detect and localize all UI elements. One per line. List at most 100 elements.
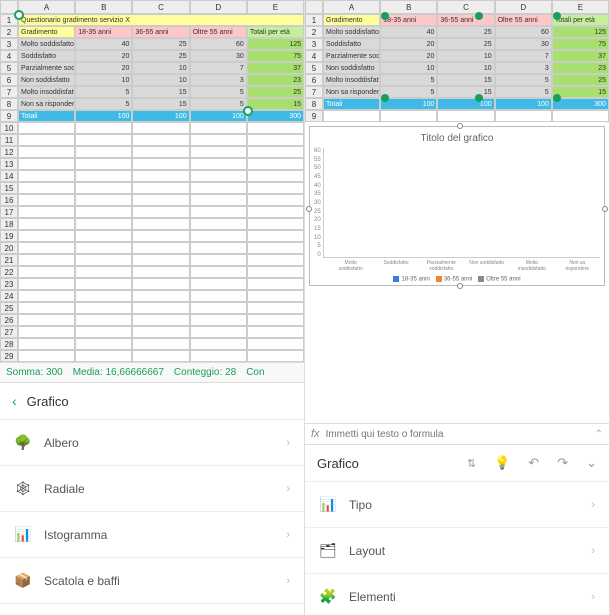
- cell[interactable]: 60: [495, 26, 552, 38]
- cell[interactable]: Non soddisfatto: [323, 62, 380, 74]
- row-hdr[interactable]: 23: [0, 278, 18, 290]
- cell[interactable]: [18, 326, 75, 338]
- cell[interactable]: 10: [132, 74, 189, 86]
- cell[interactable]: 15: [132, 98, 189, 110]
- menu-item-tipo[interactable]: 📊Tipo›: [305, 481, 609, 527]
- row-25[interactable]: 25: [0, 302, 304, 314]
- cell[interactable]: 100: [495, 98, 552, 110]
- cell[interactable]: 75: [552, 38, 609, 50]
- cell[interactable]: [247, 146, 304, 158]
- cell[interactable]: [247, 338, 304, 350]
- row-10[interactable]: 10: [0, 122, 304, 134]
- cell[interactable]: 23: [552, 62, 609, 74]
- col-D[interactable]: D: [190, 0, 247, 14]
- cell[interactable]: [247, 218, 304, 230]
- cell[interactable]: Parzialmente soddisfatto: [323, 50, 380, 62]
- cell[interactable]: Parzialmente soddisfatto: [18, 62, 75, 74]
- cell[interactable]: [247, 170, 304, 182]
- cell[interactable]: [190, 254, 247, 266]
- cell[interactable]: 20: [75, 62, 132, 74]
- cell[interactable]: 300: [247, 110, 304, 122]
- cell[interactable]: [247, 302, 304, 314]
- chart-handle[interactable]: [457, 283, 463, 289]
- cell[interactable]: 100: [132, 110, 189, 122]
- col-C[interactable]: C: [437, 0, 494, 14]
- cell[interactable]: 60: [190, 38, 247, 50]
- formula-bar[interactable]: fx ⌃: [305, 423, 609, 444]
- row-hdr[interactable]: 21: [0, 254, 18, 266]
- row-2[interactable]: 2Gradimento18-35 anni36-55 anniOltre 55 …: [0, 26, 304, 38]
- chevron-up-icon[interactable]: ⌃: [595, 429, 603, 440]
- cell[interactable]: [190, 182, 247, 194]
- menu-item-cascata[interactable]: 📶Cascata›: [0, 603, 304, 615]
- row-20[interactable]: 20: [0, 242, 304, 254]
- col-B[interactable]: B: [380, 0, 437, 14]
- cell[interactable]: [18, 218, 75, 230]
- cell[interactable]: [247, 134, 304, 146]
- row-4[interactable]: 4Parzialmente soddisfatto2010737: [305, 50, 609, 62]
- cell[interactable]: 20: [380, 50, 437, 62]
- cell[interactable]: 3: [495, 62, 552, 74]
- cell[interactable]: 125: [552, 26, 609, 38]
- cell[interactable]: 5: [75, 86, 132, 98]
- formula-input[interactable]: [326, 429, 589, 440]
- cell[interactable]: 5: [190, 98, 247, 110]
- row-13[interactable]: 13: [0, 158, 304, 170]
- cell[interactable]: [75, 182, 132, 194]
- cell[interactable]: [190, 278, 247, 290]
- back-icon[interactable]: ‹: [12, 393, 17, 409]
- cell[interactable]: [18, 170, 75, 182]
- cell[interactable]: [75, 266, 132, 278]
- cell[interactable]: [75, 314, 132, 326]
- cell[interactable]: [18, 266, 75, 278]
- cell[interactable]: [132, 122, 189, 134]
- cell[interactable]: [323, 110, 380, 122]
- cell[interactable]: [190, 194, 247, 206]
- cell[interactable]: 125: [247, 38, 304, 50]
- cell[interactable]: [132, 290, 189, 302]
- cell[interactable]: 15: [437, 74, 494, 86]
- cell[interactable]: 7: [495, 50, 552, 62]
- cell[interactable]: 100: [380, 98, 437, 110]
- menu-item-scatola-e-bafi[interactable]: 📦Scatola e baffi›: [0, 557, 304, 603]
- col-C[interactable]: C: [132, 0, 189, 14]
- cell[interactable]: [190, 158, 247, 170]
- row-17[interactable]: 17: [0, 206, 304, 218]
- row-9[interactable]: 9Totali100100100300: [0, 110, 304, 122]
- cell[interactable]: [18, 230, 75, 242]
- row-hdr[interactable]: 9: [0, 110, 18, 122]
- row-hdr[interactable]: 10: [0, 122, 18, 134]
- cell[interactable]: [132, 170, 189, 182]
- cell[interactable]: [190, 170, 247, 182]
- undo-icon[interactable]: ↶: [528, 455, 539, 471]
- cell[interactable]: [247, 326, 304, 338]
- cell[interactable]: [18, 158, 75, 170]
- cell[interactable]: [247, 194, 304, 206]
- row-23[interactable]: 23: [0, 278, 304, 290]
- row-26[interactable]: 26: [0, 314, 304, 326]
- cell[interactable]: [495, 110, 552, 122]
- cell[interactable]: 18-35 anni: [75, 26, 132, 38]
- cell[interactable]: Gradimento: [18, 26, 75, 38]
- sel-dot[interactable]: [475, 12, 483, 20]
- row-21[interactable]: 21: [0, 254, 304, 266]
- cell[interactable]: [18, 122, 75, 134]
- row-hdr[interactable]: 28: [0, 338, 18, 350]
- cell[interactable]: [190, 218, 247, 230]
- cell[interactable]: [75, 170, 132, 182]
- cell[interactable]: [190, 302, 247, 314]
- col-A[interactable]: A: [18, 0, 75, 14]
- menu-item-radiale[interactable]: 🕸Radiale›: [0, 465, 304, 511]
- cell[interactable]: 10: [132, 62, 189, 74]
- cell[interactable]: 36-55 anni: [437, 14, 494, 26]
- cell[interactable]: [75, 146, 132, 158]
- cell[interactable]: 15: [247, 98, 304, 110]
- chevron-down-icon[interactable]: ⌄: [586, 455, 597, 471]
- sel-dot[interactable]: [553, 12, 561, 20]
- spreadsheet-right[interactable]: A B C D E 1Gradimento18-35 anni36-55 ann…: [305, 0, 609, 122]
- cell[interactable]: Non soddisfatto: [18, 74, 75, 86]
- cell[interactable]: [75, 278, 132, 290]
- cell[interactable]: [75, 302, 132, 314]
- cell[interactable]: [75, 230, 132, 242]
- cell[interactable]: [18, 194, 75, 206]
